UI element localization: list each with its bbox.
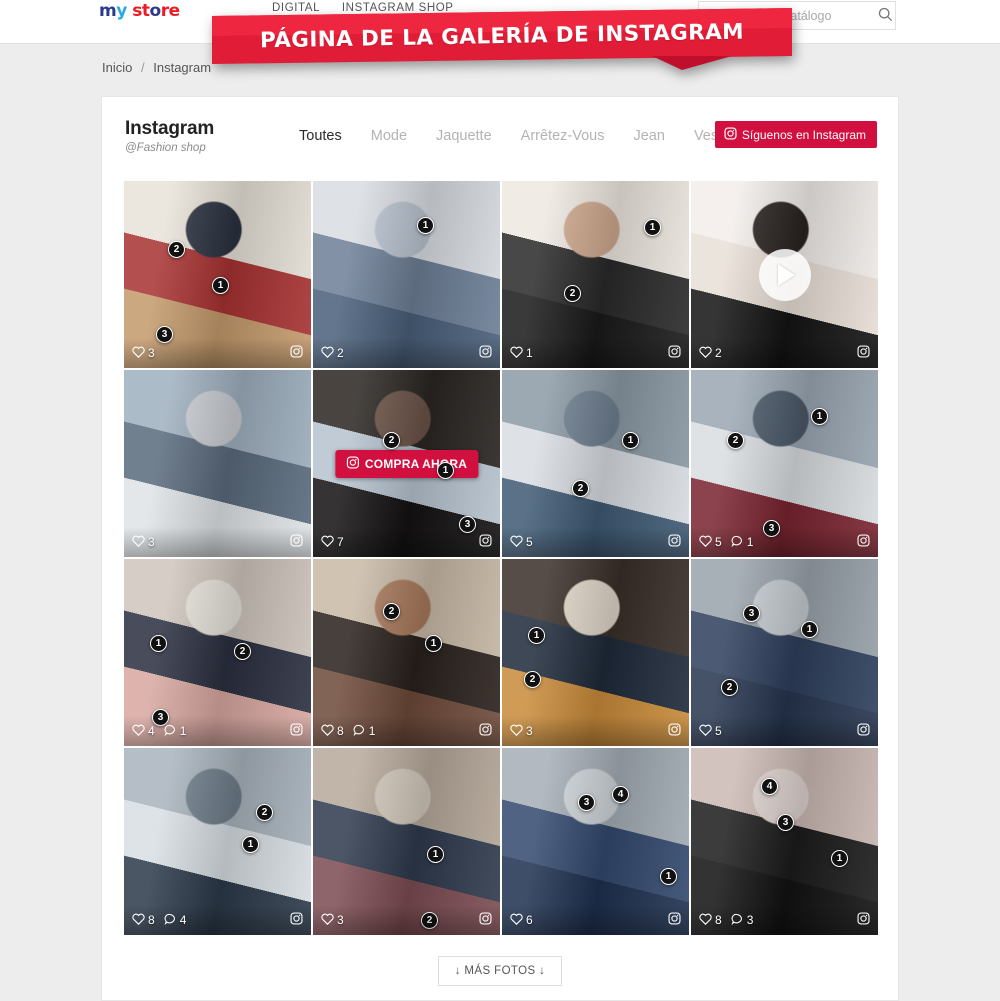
tab-mode[interactable]: Mode [371,128,407,144]
instagram-post-tile[interactable]: 125 [502,370,689,557]
product-tag[interactable]: 3 [459,516,476,533]
product-tag[interactable]: 1 [644,219,661,236]
search-button[interactable] [876,2,895,29]
product-tag[interactable]: 2 [383,603,400,620]
instagram-gallery-card: Instagram @Fashion shop Toutes Mode Jaqu… [101,96,899,1001]
more-photos-button[interactable]: ↓ MÁS FOTOS ↓ [437,956,563,986]
instagram-icon [346,455,359,472]
tab-toutes[interactable]: Toutes [299,128,342,144]
product-tag[interactable]: 1 [212,277,229,294]
product-tag[interactable]: 3 [763,520,780,537]
breadcrumb-home[interactable]: Inicio [102,60,132,75]
product-tag[interactable]: 1 [622,432,639,449]
product-tag[interactable]: 2 [421,912,438,929]
instagram-post-tile[interactable]: 2133 [124,181,311,368]
product-tag[interactable]: 1 [242,836,259,853]
instagram-post-tile[interactable]: 123 [502,559,689,746]
product-tag[interactable]: 2 [727,432,744,449]
product-tag[interactable]: 1 [660,868,677,885]
product-tag[interactable]: 1 [801,621,818,638]
product-tag[interactable]: 2 [572,480,589,497]
gallery-header: Instagram @Fashion shop Toutes Mode Jaqu… [102,97,898,163]
breadcrumb-current: Instagram [153,60,212,75]
follow-button-label: Síguenos en Instagram [741,127,866,142]
product-tag[interactable]: 2 [168,241,185,258]
instagram-post-tile[interactable]: 3416 [502,748,689,935]
instagram-post-tile[interactable]: COMPRA AHORA 2 1 3 7 [313,370,500,557]
product-tag[interactable]: 1 [437,462,454,479]
site-logo[interactable]: my store [99,1,180,21]
product-tag[interactable]: 1 [528,627,545,644]
product-tag[interactable]: 4 [612,786,629,803]
load-more-container: ↓ MÁS FOTOS ↓ [102,956,898,986]
product-tag[interactable]: 3 [578,794,595,811]
product-tag[interactable]: 1 [427,846,444,863]
instagram-post-grid: 2 1 3 3 1 2 1 2 1 2 3 COMPRA AHORA 2 1 3 7 1 2 5 2 1 3 5 1 1 2 3 4 1… [124,181,880,935]
product-tag[interactable]: 2 [256,804,273,821]
product-tag[interactable]: 1 [417,217,434,234]
breadcrumb-separator: / [140,60,145,75]
tab-jean[interactable]: Jean [633,128,664,144]
play-button[interactable] [758,248,811,301]
product-tag[interactable]: 2 [721,679,738,696]
instagram-post-tile[interactable]: 123 [313,748,500,935]
product-tag[interactable]: 2 [383,432,400,449]
breadcrumb: Inicio / Instagram [102,60,211,75]
product-tag[interactable]: 1 [811,408,828,425]
product-tag[interactable]: 1 [150,635,167,652]
product-tag[interactable]: 1 [425,635,442,652]
page-title: Instagram [125,118,215,139]
shop-now-badge[interactable]: COMPRA AHORA [334,449,479,478]
instagram-post-tile[interactable]: 12 [313,181,500,368]
instagram-post-tile[interactable]: 12341 [124,559,311,746]
search-icon [878,7,893,25]
instagram-post-tile[interactable]: 2 [691,181,878,368]
product-tag[interactable]: 4 [761,778,778,795]
product-tag[interactable]: 2 [234,643,251,660]
instagram-post-tile[interactable]: 3 [124,370,311,557]
tab-jaquette[interactable]: Jaquette [436,128,492,144]
page-annotation-banner: PÁGINA DE LA GALERÍA DE INSTAGRAM [212,8,792,70]
instagram-post-tile[interactable]: 43183 [691,748,878,935]
instagram-handle: @Fashion shop [125,142,206,154]
product-tag[interactable]: 2 [524,671,541,688]
product-tag[interactable]: 3 [156,326,173,343]
instagram-post-tile[interactable]: 21351 [691,370,878,557]
product-tag[interactable]: 2 [564,285,581,302]
product-tag[interactable]: 1 [831,850,848,867]
instagram-post-tile[interactable]: 2181 [313,559,500,746]
instagram-post-tile[interactable]: 3125 [691,559,878,746]
follow-on-instagram-button[interactable]: Síguenos en Instagram [714,121,877,148]
gallery-filter-tabs: Toutes Mode Jaquette Arrêtez-Vous Jean V… [299,128,759,144]
product-tag[interactable]: 3 [743,605,760,622]
instagram-icon [724,126,737,143]
instagram-post-tile[interactable]: 2184 [124,748,311,935]
tab-arretez-vous[interactable]: Arrêtez-Vous [521,128,605,144]
product-tag[interactable]: 3 [152,709,169,726]
product-tag[interactable]: 3 [777,814,794,831]
instagram-post-tile[interactable]: 121 [502,181,689,368]
